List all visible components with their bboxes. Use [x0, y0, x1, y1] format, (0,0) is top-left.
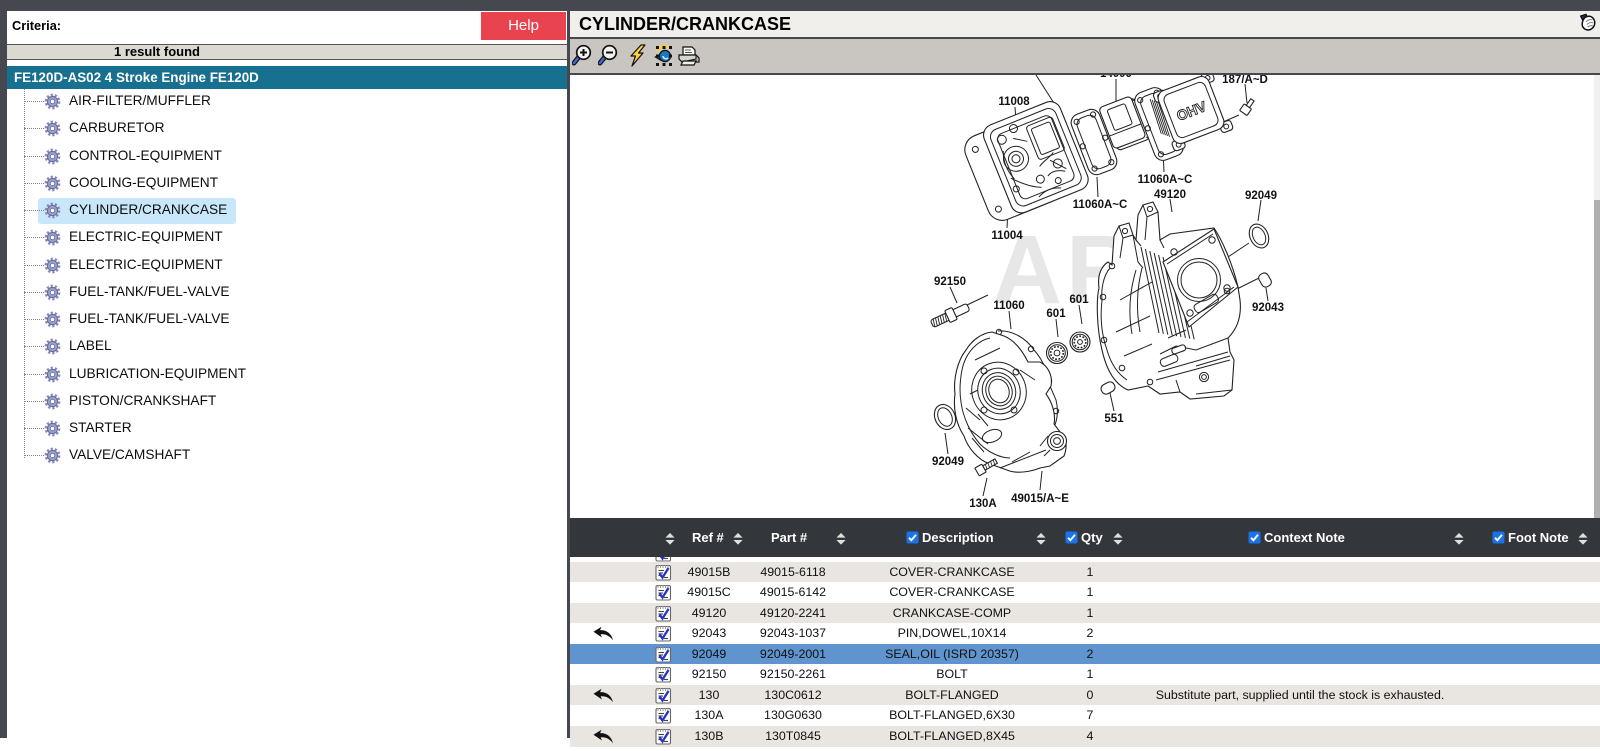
svg-text:92043: 92043: [1252, 302, 1284, 314]
svg-text:11060: 11060: [993, 300, 1024, 312]
svg-text:49120: 49120: [1154, 189, 1186, 201]
svg-text:11008: 11008: [998, 96, 1030, 108]
svg-text:92049: 92049: [1245, 190, 1277, 202]
svg-text:11060A~C: 11060A~C: [1073, 199, 1128, 211]
svg-text:92150: 92150: [934, 276, 966, 288]
svg-text:601: 601: [1069, 294, 1089, 306]
svg-text:551: 551: [1104, 413, 1124, 425]
svg-text:11060A~C: 11060A~C: [1138, 174, 1193, 186]
svg-text:49015/A~E: 49015/A~E: [1011, 493, 1069, 505]
svg-text:92049: 92049: [932, 456, 964, 468]
svg-text:601: 601: [1046, 308, 1066, 320]
svg-text:187/A~D: 187/A~D: [1222, 75, 1268, 86]
svg-text:14009: 14009: [1100, 75, 1132, 80]
svg-text:11004: 11004: [991, 230, 1023, 242]
svg-text:130A: 130A: [969, 498, 997, 510]
